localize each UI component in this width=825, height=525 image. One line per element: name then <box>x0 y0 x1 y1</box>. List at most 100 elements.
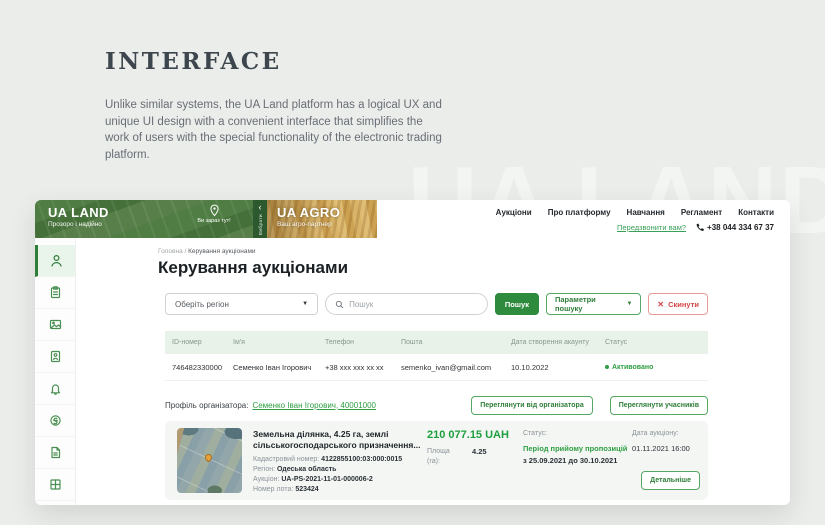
filters-bar: Оберіть регіон ▼ Пошук Параметри пошуку … <box>165 293 708 315</box>
main-content: Головна / Керування аукціонами Керування… <box>158 238 708 505</box>
cell-status: Активовано <box>605 364 708 371</box>
phone-number[interactable]: +38 044 334 67 37 <box>695 223 774 232</box>
area-label-1: Площа <box>427 448 450 455</box>
field-auction: Аукціон: UA-PS-2021-11-01-000006-2 <box>253 475 402 485</box>
sidebar-item-applications[interactable] <box>35 277 75 309</box>
col-status: Статус <box>605 339 628 346</box>
table-header-row: ID-номер Ім'я Телефон Пошта Дата створен… <box>165 331 708 354</box>
cell-id: 746482330000 <box>172 362 223 372</box>
region-select[interactable]: Оберіть регіон ▼ <box>165 293 319 315</box>
contact-book-icon <box>50 350 60 363</box>
nav-contacts[interactable]: Контакти <box>738 208 774 217</box>
search-params-button[interactable]: Параметри пошуку ▼ <box>545 293 642 315</box>
section-heading: INTERFACE <box>105 48 282 75</box>
organizer-profile-label: Профіль організатора: <box>165 400 249 410</box>
view-organizer-button[interactable]: Переглянути від організатора <box>471 395 593 415</box>
col-phone: Телефон <box>325 339 355 346</box>
sidebar-item-registry[interactable] <box>35 469 75 501</box>
clipboard-icon <box>50 286 60 299</box>
section-description: Unlike similar systems, the UA Land plat… <box>105 99 442 162</box>
ua-agro-logo: UA AGRO Ваш агро-партнер <box>277 205 341 228</box>
search-icon <box>335 300 344 308</box>
breadcrumb-home[interactable]: Головна <box>158 248 183 255</box>
coin-icon <box>49 415 61 426</box>
lot-status-value: Період прийому пропозицій <box>523 444 628 453</box>
col-email: Пошта <box>401 339 423 346</box>
app-window: UA LAND Прозоро і надійно Ви зараз тут! … <box>35 200 790 505</box>
cell-email: semenko_ivan@gmail.com <box>401 362 492 372</box>
ua-land-logo: UA LAND Прозоро і надійно <box>48 205 109 228</box>
organizer-profile-link[interactable]: Семенко Іван Ігорович, 40001000 <box>252 401 376 410</box>
search-input[interactable] <box>349 299 470 309</box>
sidebar <box>35 238 76 505</box>
col-created: Дата створення акаунту <box>511 339 590 346</box>
auction-date-label: Дата аукціону: <box>632 430 679 437</box>
nav-auctions[interactable]: Аукціони <box>496 208 532 217</box>
ua-land-banner: UA LAND Прозоро і надійно Ви зараз тут! <box>35 200 253 238</box>
sidebar-item-documents[interactable] <box>35 437 75 469</box>
field-region: Регіон: Одеська область <box>253 465 402 475</box>
status-badge: Активовано <box>605 364 708 371</box>
close-icon: ✕ <box>657 299 665 309</box>
app-body: Головна / Керування аукціонами Керування… <box>35 238 790 505</box>
field-lot-number-label: Номер лота: <box>253 486 296 494</box>
location-label: Ви зараз тут! <box>197 218 231 224</box>
accounts-table: ID-номер Ім'я Телефон Пошта Дата створен… <box>165 331 708 381</box>
sidebar-item-profile[interactable] <box>35 245 75 277</box>
field-lot-number: Номер лота: 523424 <box>253 485 402 495</box>
status-text: Активовано <box>612 363 654 371</box>
intro-section: INTERFACE Unlike similar systems, the UA… <box>105 48 450 164</box>
nav-about-platform[interactable]: Про платформу <box>548 208 611 217</box>
chevron-left-icon: ‹ <box>258 201 262 212</box>
callback-row: Передзвонити вам? +38 044 334 67 37 <box>617 223 774 232</box>
field-auction-value: UA-PS-2021-11-01-000006-2 <box>281 476 373 484</box>
main-nav: Аукціони Про платформу Навчання Регламен… <box>496 208 774 217</box>
chevron-down-icon: ▼ <box>626 301 633 307</box>
switcher-label: Вибрати <box>257 213 263 236</box>
callback-link[interactable]: Передзвонити вам? <box>617 223 686 232</box>
image-card-icon <box>49 319 61 330</box>
view-participants-button[interactable]: Переглянути учасників <box>609 395 708 415</box>
app-header: UA LAND Прозоро і надійно Ви зараз тут! … <box>35 200 790 238</box>
nav-training[interactable]: Навчання <box>627 208 665 217</box>
details-button[interactable]: Детальніше <box>641 471 700 490</box>
area-label-2: (га): <box>427 457 440 465</box>
reset-button[interactable]: ✕ Скинути <box>648 293 708 315</box>
lot-area: Площа (га): 4.25 <box>427 447 487 467</box>
header-right: Аукціони Про платформу Навчання Регламен… <box>377 200 790 238</box>
col-name: Ім'я <box>233 339 245 346</box>
lot-title: Земельна ділянка, 4.25 га, землі сільськ… <box>253 429 421 451</box>
organizer-profile-row: Профіль організатора: Семенко Іван Ігоро… <box>165 395 708 415</box>
cell-created: 10.10.2022 <box>511 362 549 372</box>
sidebar-item-payments[interactable] <box>35 405 75 437</box>
col-id: ID-номер <box>172 339 202 346</box>
sidebar-item-notifications[interactable] <box>35 373 75 405</box>
field-cadastre-label: Кадастровий номер: <box>253 456 322 463</box>
grid-icon <box>49 479 61 490</box>
cell-name: Семенко Іван Ігорович <box>233 362 312 372</box>
search-button[interactable]: Пошук <box>494 293 539 315</box>
field-lot-number-value: 523424 <box>295 486 319 494</box>
ua-agro-logo-tagline: Ваш агро-партнер <box>277 220 332 228</box>
ua-agro-banner[interactable]: UA AGRO Ваш агро-партнер <box>267 200 377 238</box>
breadcrumb: Головна / Керування аукціонами <box>158 248 256 255</box>
location-pin-icon <box>209 204 219 217</box>
chevron-down-icon: ▼ <box>302 301 309 307</box>
satellite-thumbnail <box>177 428 242 493</box>
field-auction-label: Аукціон: <box>253 476 282 484</box>
phone-icon <box>696 223 705 231</box>
lot-auction-date: Дата аукціону: 01.11.2021 16:00 <box>632 430 690 453</box>
status-dot-icon <box>605 365 609 369</box>
platform-switcher[interactable]: ‹ Вибрати <box>253 200 267 238</box>
ua-land-logo-tagline: Прозоро і надійно <box>48 220 102 228</box>
phone-number-text: +38 044 334 67 37 <box>707 223 774 232</box>
sidebar-item-lots[interactable] <box>35 309 75 341</box>
ua-land-logo-title: UA LAND <box>48 205 109 220</box>
search-box <box>325 293 488 315</box>
sidebar-item-contacts-book[interactable] <box>35 341 75 373</box>
ua-agro-logo-title: UA AGRO <box>277 205 341 220</box>
table-row: 746482330000 Семенко Іван Ігорович +38 x… <box>165 354 708 381</box>
auction-date-value: 01.11.2021 16:00 <box>632 444 690 453</box>
nav-regulations[interactable]: Регламент <box>681 208 722 217</box>
search-params-label: Параметри пошуку <box>554 295 596 313</box>
